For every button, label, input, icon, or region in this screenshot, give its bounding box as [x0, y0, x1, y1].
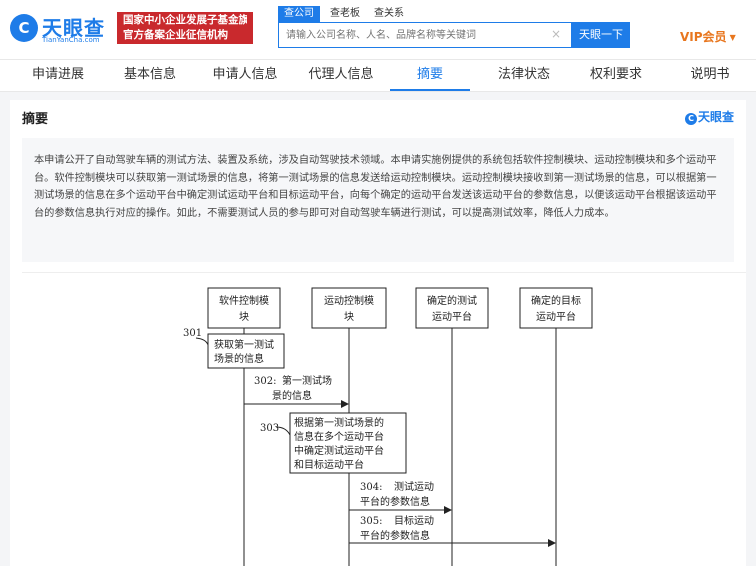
watermark-eye-icon: C: [685, 113, 697, 125]
sequence-diagram: 软件控制模 块 运动控制模 块 确定的测试 运动平台 确定的目标 运动平台 30…: [183, 287, 593, 566]
badge-line-1: 国家中小企业发展子基金旗下: [123, 14, 247, 26]
step-text: 和目标运动平台: [294, 458, 364, 471]
vip-label: VIP会员: [680, 30, 727, 44]
step-number: 303: [260, 423, 279, 434]
search-box: ×: [278, 22, 572, 48]
tab-legal-status[interactable]: 法律状态: [484, 60, 564, 92]
active-tab-indicator: [390, 89, 470, 91]
step-text: 根据第一测试场景的: [294, 416, 384, 429]
step-text: 平台的参数信息: [360, 495, 430, 508]
search-tab-boss[interactable]: 查老板: [330, 6, 360, 22]
search-tab-company[interactable]: 查公司: [278, 6, 320, 22]
search-button[interactable]: 天眼一下: [572, 22, 630, 48]
step-text: 获取第一测试: [214, 338, 274, 351]
tab-applicant-info[interactable]: 申请人信息: [200, 60, 290, 92]
step-text: 场景的信息: [214, 352, 264, 365]
step-text: 平台的参数信息: [360, 529, 430, 542]
search-input[interactable]: [279, 23, 545, 47]
certification-badge[interactable]: 国家中小企业发展子基金旗下 官方备案企业征信机构: [117, 12, 253, 44]
tab-agent-info[interactable]: 代理人信息: [296, 60, 386, 92]
detail-nav: 申请进展 基本信息 申请人信息 代理人信息 摘要 法律状态 权利要求 说明书: [0, 60, 756, 92]
step-text: 目标运动: [394, 515, 434, 527]
abstract-text: 本申请公开了自动驾驶车辆的测试方法、装置及系统，涉及自动驾驶技术领域。本申请实施…: [22, 138, 734, 262]
step-text: 中确定测试运动平台: [294, 444, 384, 457]
logo-subtitle: TianYanCha.com: [42, 36, 100, 44]
watermark-logo: C 天眼查: [685, 108, 734, 125]
step-number: 304:: [360, 482, 382, 493]
lane-label: 块: [239, 311, 249, 323]
arrowhead: [341, 400, 349, 408]
abstract-figure: 软件控制模 块 运动控制模 块 确定的测试 运动平台 确定的目标 运动平台 30…: [22, 272, 746, 566]
top-header: C 天眼查 TianYanCha.com 国家中小企业发展子基金旗下 官方备案企…: [0, 0, 756, 60]
leader-line: [195, 337, 209, 346]
step-text: 测试运动: [394, 480, 434, 493]
step-number: 302:: [254, 376, 276, 387]
lane-label: 软件控制模: [219, 294, 269, 307]
step-text: 景的信息: [272, 389, 312, 402]
tab-description[interactable]: 说明书: [670, 60, 750, 92]
step-text: 信息在多个运动平台: [294, 430, 384, 443]
section-title: 摘要: [22, 112, 49, 127]
arrowhead: [444, 506, 452, 514]
watermark-text: 天眼查: [698, 110, 735, 124]
step-number: 301: [183, 328, 202, 339]
site-logo[interactable]: C 天眼查 TianYanCha.com: [10, 12, 110, 46]
step-number: 305:: [360, 516, 382, 527]
logo-eye-icon: C: [10, 14, 38, 42]
step-text: 第一测试场: [282, 374, 332, 387]
abstract-section: 摘要 C 天眼查 本申请公开了自动驾驶车辆的测试方法、装置及系统，涉及自动驾驶技术…: [10, 100, 746, 566]
tab-basic-info[interactable]: 基本信息: [110, 60, 190, 92]
vip-menu[interactable]: VIP会员 ▼: [680, 28, 736, 45]
tab-application-progress[interactable]: 申请进展: [18, 60, 98, 92]
clear-icon[interactable]: ×: [551, 27, 561, 41]
search-tab-relation[interactable]: 查关系: [374, 6, 404, 22]
caret-down-icon: ▼: [729, 33, 736, 42]
lane-label: 运动平台: [536, 310, 576, 323]
lane-label: 块: [344, 311, 354, 323]
arrowhead: [548, 539, 556, 547]
tab-claims[interactable]: 权利要求: [576, 60, 656, 92]
lane-label: 确定的测试: [427, 294, 477, 307]
lane-label: 确定的目标: [531, 294, 581, 307]
lane-label: 运动控制模: [324, 294, 374, 307]
badge-line-2: 官方备案企业征信机构: [123, 29, 228, 41]
lane-label: 运动平台: [432, 310, 472, 323]
tab-abstract[interactable]: 摘要: [390, 60, 470, 92]
